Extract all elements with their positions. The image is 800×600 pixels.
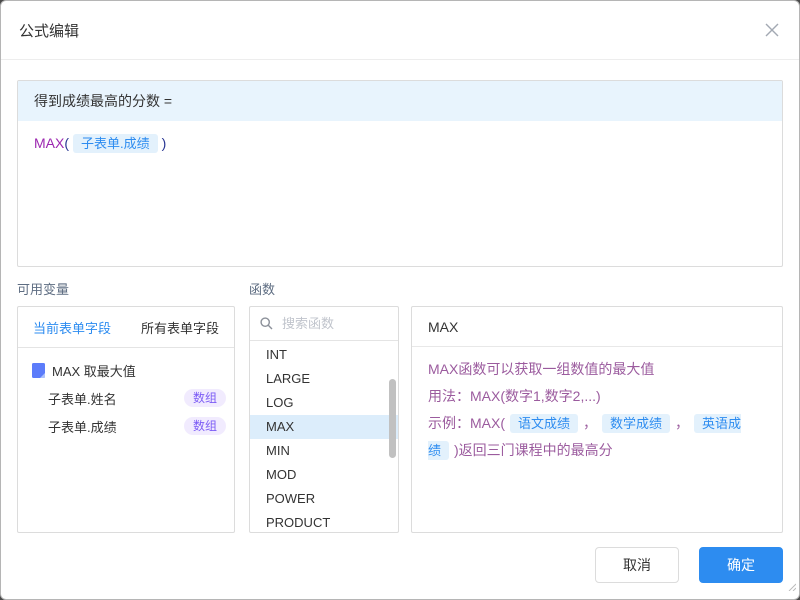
function-item-power[interactable]: POWER xyxy=(250,487,398,511)
panels-row: 当前表单字段 所有表单字段 MAX 取最大值 子表 xyxy=(17,306,783,533)
function-search-row xyxy=(250,307,398,341)
function-item-log[interactable]: LOG xyxy=(250,391,398,415)
array-badge: 数组 xyxy=(184,417,226,435)
confirm-button[interactable]: 确定 xyxy=(699,547,783,583)
cancel-button[interactable]: 取消 xyxy=(595,547,679,583)
example-field-chip: 语文成绩 xyxy=(510,414,578,433)
function-search-input[interactable] xyxy=(280,315,388,332)
formula-function-name: MAX xyxy=(34,135,64,151)
detail-description: MAX函数可以获取一组数值的最大值 xyxy=(428,356,766,383)
detail-usage: 用法：MAX(数字1,数字2,...) xyxy=(428,383,766,410)
dialog-title: 公式编辑 xyxy=(19,20,79,41)
tab-current-form-fields[interactable]: 当前表单字段 xyxy=(18,307,126,347)
dialog-body: 得到成绩最高的分数 = MAX(子表单.成绩) 可用变量 函数 当前表单字段 所… xyxy=(1,80,799,583)
detail-title: MAX xyxy=(412,307,782,347)
example-prefix: 示例：MAX( xyxy=(428,415,505,431)
function-item-large[interactable]: LARGE xyxy=(250,367,398,391)
tree-item-label: 子表单.成绩 xyxy=(48,417,117,436)
function-item-max[interactable]: MAX xyxy=(250,415,398,439)
detail-body: MAX函数可以获取一组数值的最大值 用法：MAX(数字1,数字2,...) 示例… xyxy=(412,347,782,473)
tree-item-subform-name[interactable]: 子表单.姓名 数组 xyxy=(18,384,234,412)
tree-item-subform-score[interactable]: 子表单.成绩 数组 xyxy=(18,412,234,440)
formula-editor[interactable]: MAX(子表单.成绩) xyxy=(18,121,782,164)
section-labels: 可用变量 函数 xyxy=(17,280,783,300)
tree-item-label: 子表单.姓名 xyxy=(48,389,117,408)
array-badge: 数组 xyxy=(184,389,226,407)
close-paren: ) xyxy=(162,135,167,151)
function-item-product[interactable]: PRODUCT xyxy=(250,511,398,535)
formula-field-chip[interactable]: 子表单.成绩 xyxy=(73,134,158,153)
search-icon xyxy=(260,317,273,330)
detail-example: 示例：MAX(语文成绩，数学成绩，英语成绩)返回三门课程中的最高分 xyxy=(428,410,766,464)
close-icon[interactable] xyxy=(763,21,781,39)
tab-all-form-fields[interactable]: 所有表单字段 xyxy=(126,307,234,347)
functions-panel: INT LARGE LOG MAX MIN MOD POWER PRODUCT xyxy=(249,306,399,533)
variables-section-label: 可用变量 xyxy=(17,280,249,300)
open-paren: ( xyxy=(64,135,69,151)
formula-panel: 得到成绩最高的分数 = MAX(子表单.成绩) xyxy=(17,80,783,267)
dialog-header: 公式编辑 xyxy=(1,1,799,60)
function-list: INT LARGE LOG MAX MIN MOD POWER PRODUCT xyxy=(250,341,398,535)
example-separator: ， xyxy=(583,415,597,431)
variables-tree: MAX 取最大值 子表单.姓名 数组 子表单.成绩 数组 xyxy=(18,348,234,440)
example-suffix: )返回三门课程中的最高分 xyxy=(454,442,613,458)
function-item-int[interactable]: INT xyxy=(250,343,398,367)
variables-panel: 当前表单字段 所有表单字段 MAX 取最大值 子表 xyxy=(17,306,235,533)
dialog-footer: 取消 确定 xyxy=(17,547,783,583)
formula-target-label: 得到成绩最高的分数 = xyxy=(18,81,782,121)
example-field-chip: 数学成绩 xyxy=(602,414,670,433)
scrollbar-thumb[interactable] xyxy=(389,379,396,458)
tree-item-label: MAX 取最大值 xyxy=(52,361,136,380)
example-separator: ， xyxy=(675,415,689,431)
resize-grip-icon[interactable] xyxy=(786,578,796,596)
document-icon xyxy=(32,363,45,378)
function-item-min[interactable]: MIN xyxy=(250,439,398,463)
function-item-mod[interactable]: MOD xyxy=(250,463,398,487)
tree-item-max[interactable]: MAX 取最大值 xyxy=(18,356,234,384)
function-detail-panel: MAX MAX函数可以获取一组数值的最大值 用法：MAX(数字1,数字2,...… xyxy=(411,306,783,533)
variables-tabs: 当前表单字段 所有表单字段 xyxy=(18,307,234,348)
formula-edit-dialog: 公式编辑 得到成绩最高的分数 = MAX(子表单.成绩) 可用变量 函数 xyxy=(0,0,800,600)
functions-section-label: 函数 xyxy=(249,280,275,300)
